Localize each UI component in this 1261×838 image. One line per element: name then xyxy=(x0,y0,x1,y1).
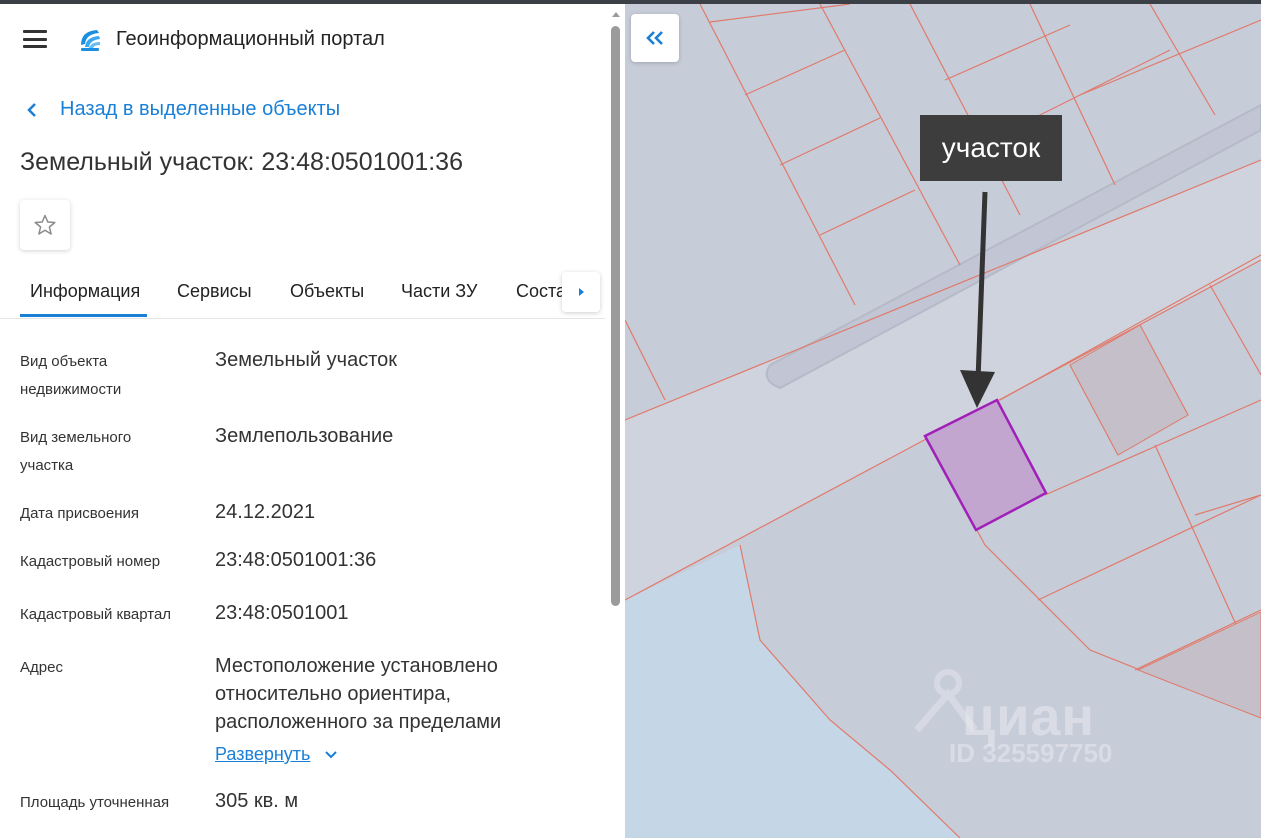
tab-objects[interactable]: Объекты xyxy=(290,281,364,302)
tab-composition[interactable]: Соста xyxy=(516,281,566,302)
property-value-land-type: Землепользование xyxy=(215,425,394,447)
property-label-area: Площадь уточненная xyxy=(20,794,170,811)
property-value-assign-date: 24.12.2021 xyxy=(215,501,316,523)
property-label-object-type: Вид объекта недвижимости xyxy=(20,353,122,398)
tab-parts[interactable]: Части ЗУ xyxy=(401,281,477,302)
back-link[interactable]: Назад в выделенные объекты xyxy=(26,98,340,121)
active-tab-indicator xyxy=(20,314,147,317)
parcel-callout-label: участок xyxy=(920,115,1062,181)
property-label-cadastral-number: Кадастровый номер xyxy=(20,553,161,570)
info-panel: Геоинформационный портал Назад в выделен… xyxy=(0,4,625,838)
scrollbar-thumb[interactable] xyxy=(611,26,620,606)
collapse-panel-button[interactable] xyxy=(631,14,679,62)
caret-right-icon xyxy=(579,288,584,296)
scroll-up-arrow-icon[interactable] xyxy=(609,8,623,20)
chevron-down-icon xyxy=(325,750,338,758)
property-value-cadastral-number: 23:48:0501001:36 xyxy=(215,549,377,571)
double-chevron-left-icon xyxy=(646,31,663,45)
property-value-area: 305 кв. м xyxy=(215,790,299,812)
object-title: Земельный участок: 23:48:0501001:36 xyxy=(20,148,463,176)
top-border xyxy=(0,0,1261,4)
tabs-scroll-right-button[interactable] xyxy=(562,272,600,312)
favorite-button[interactable] xyxy=(20,200,70,250)
watermark-id: ID 325597750 xyxy=(949,738,1113,768)
tab-information[interactable]: Информация xyxy=(30,281,140,302)
property-value-address: Местоположение установлено относительно … xyxy=(215,655,502,733)
water-area xyxy=(625,545,960,838)
property-value-object-type: Земельный участок xyxy=(215,349,398,371)
property-label-cadastral-quarter: Кадастровый квартал xyxy=(20,606,172,623)
menu-icon[interactable] xyxy=(23,30,47,48)
tab-bar: Информация Сервисы Объекты Части ЗУ Сост… xyxy=(0,272,605,319)
property-label-land-type: Вид земельного участка xyxy=(20,429,132,474)
property-label-address: Адрес xyxy=(20,659,63,676)
back-link-label: Назад в выделенные объекты xyxy=(60,98,341,120)
tab-services[interactable]: Сервисы xyxy=(177,281,252,302)
address-expand-link[interactable]: Развернуть xyxy=(215,744,338,765)
portal-title: Геоинформационный портал xyxy=(116,28,385,50)
chevron-left-icon xyxy=(27,102,36,117)
star-icon xyxy=(34,214,56,235)
property-label-assign-date: Дата присвоения xyxy=(20,505,139,522)
property-value-cadastral-quarter: 23:48:0501001 xyxy=(215,602,349,624)
portal-logo-icon xyxy=(81,30,100,51)
